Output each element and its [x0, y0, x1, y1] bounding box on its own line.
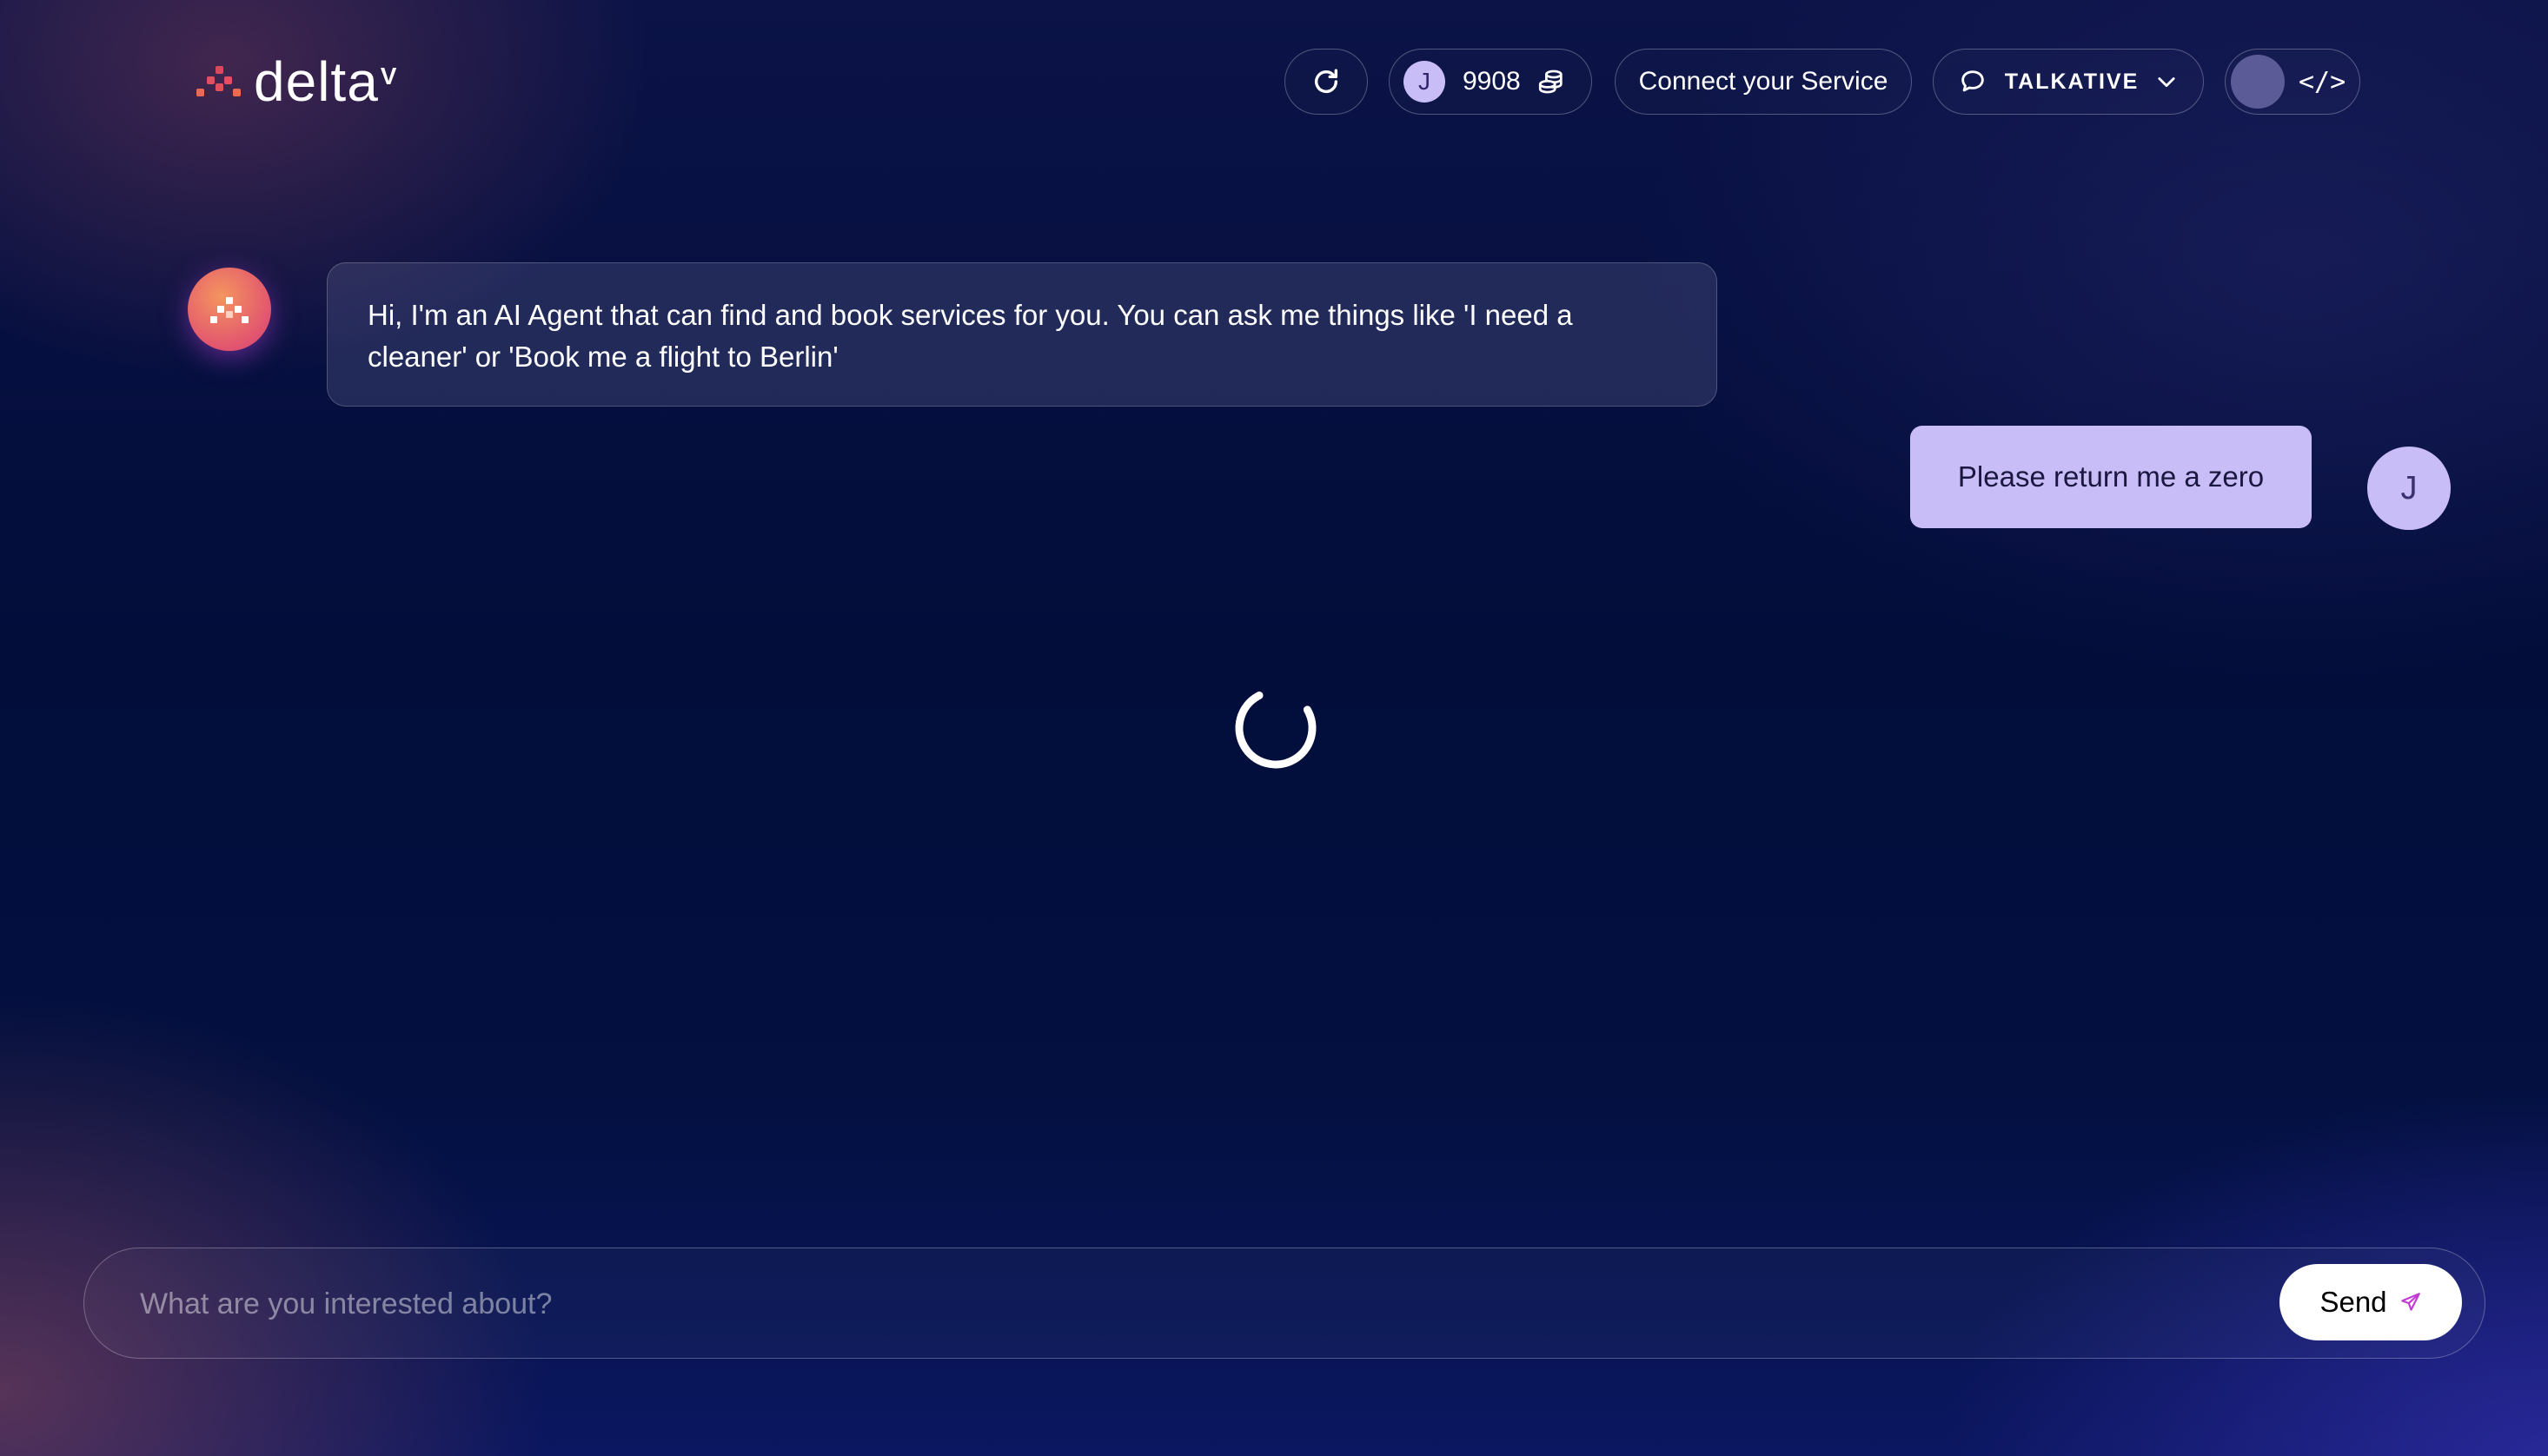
chat-bubble-icon — [1961, 70, 1984, 92]
refresh-button[interactable] — [1284, 49, 1368, 115]
credits-display[interactable]: J 9908 — [1389, 49, 1592, 115]
send-label: Send — [2319, 1286, 2387, 1318]
code-icon: </> — [2299, 66, 2346, 97]
paper-plane-icon — [2400, 1293, 2420, 1311]
refresh-icon — [1314, 69, 1338, 93]
brand-superscript: V — [380, 63, 397, 89]
message-composer: Send — [83, 1248, 2485, 1359]
developer-toggle[interactable]: </> — [2225, 49, 2360, 115]
toggle-knob — [2231, 55, 2285, 109]
connect-service-button[interactable]: Connect your Service — [1615, 49, 1912, 115]
mode-label: TALKATIVE — [2004, 69, 2140, 94]
delta-dots-logo-icon — [193, 57, 245, 106]
user-message: Please return me a zero — [1910, 426, 2312, 528]
user-avatar: J — [2367, 447, 2451, 530]
coins-icon — [1538, 69, 1563, 94]
brand-logo[interactable]: delta V — [193, 54, 396, 109]
brand-name: delta — [254, 50, 379, 113]
send-button[interactable]: Send — [2279, 1264, 2462, 1340]
agent-message: Hi, I'm an AI Agent that can find and bo… — [327, 262, 1717, 407]
credits-count: 9908 — [1463, 67, 1521, 96]
message-input[interactable] — [138, 1274, 2314, 1334]
chevron-down-icon — [2158, 77, 2175, 88]
agent-avatar — [188, 268, 271, 351]
avatar: J — [1403, 61, 1445, 103]
loading-spinner-icon — [1235, 687, 1317, 769]
mode-dropdown[interactable]: TALKATIVE — [1933, 49, 2204, 115]
